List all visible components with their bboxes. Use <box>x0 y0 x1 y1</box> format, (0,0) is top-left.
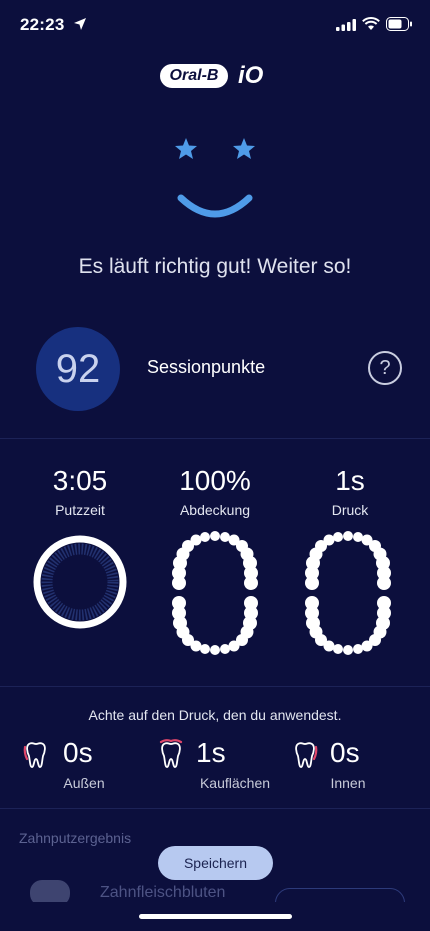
session-score-value: 92 <box>55 347 101 391</box>
save-button[interactable]: Speichern <box>158 846 273 880</box>
coverage-jaw-icon <box>172 531 258 655</box>
session-score-badge: 92 <box>36 327 120 411</box>
brushing-time-label: Putzzeit <box>55 502 105 518</box>
pressure-label: Druck <box>331 502 369 518</box>
inner-pressure-value: 0s <box>330 737 360 768</box>
coverage-label: Abdeckung <box>179 502 251 518</box>
divider <box>0 438 430 439</box>
io-logo: iO <box>238 62 264 89</box>
gum-bleeding-toggle[interactable] <box>275 888 405 902</box>
tooth-inner-icon <box>295 742 318 768</box>
status-bar: 22:23 <box>0 0 430 52</box>
divider <box>0 808 430 809</box>
location-arrow-icon <box>74 18 86 30</box>
inner-label: Innen <box>330 775 366 791</box>
smiley-face-icon <box>175 138 255 218</box>
outer-label: Außen <box>63 775 105 791</box>
cellular-signal-icon <box>336 19 356 31</box>
feedback-message: Es läuft richtig gut! Weiter so! <box>78 255 352 278</box>
tooth-outer-icon <box>23 742 46 768</box>
pressure-jaw-icon <box>305 531 391 655</box>
gum-bleeding-label: Zahnfleischbluten <box>100 884 226 901</box>
oral-b-logo: Oral-B <box>160 64 228 88</box>
chewing-label: Kauflächen <box>199 775 271 791</box>
wifi-icon <box>362 17 380 30</box>
coverage-value: 100% <box>179 465 251 496</box>
battery-icon <box>386 17 412 31</box>
pressure-value: 1s <box>335 465 365 496</box>
divider <box>0 686 430 687</box>
brushing-result-title: Zahnputzergebnis <box>19 830 132 846</box>
chewing-pressure-value: 1s <box>196 737 226 768</box>
tooth-chewing-icon <box>159 739 183 768</box>
home-indicator[interactable] <box>139 914 292 919</box>
brushing-time-value: 3:05 <box>52 465 108 496</box>
help-button[interactable]: ? <box>368 351 402 385</box>
brand-logo: Oral-B iO <box>160 62 272 90</box>
session-score-label: Sessionpunkte <box>147 357 266 377</box>
gum-icon <box>30 880 70 902</box>
status-time: 22:23 <box>20 15 65 34</box>
pressure-advice: Achte auf den Druck, den du anwendest. <box>88 707 342 723</box>
brushing-time-ring <box>33 535 127 629</box>
outer-pressure-value: 0s <box>63 737 93 768</box>
